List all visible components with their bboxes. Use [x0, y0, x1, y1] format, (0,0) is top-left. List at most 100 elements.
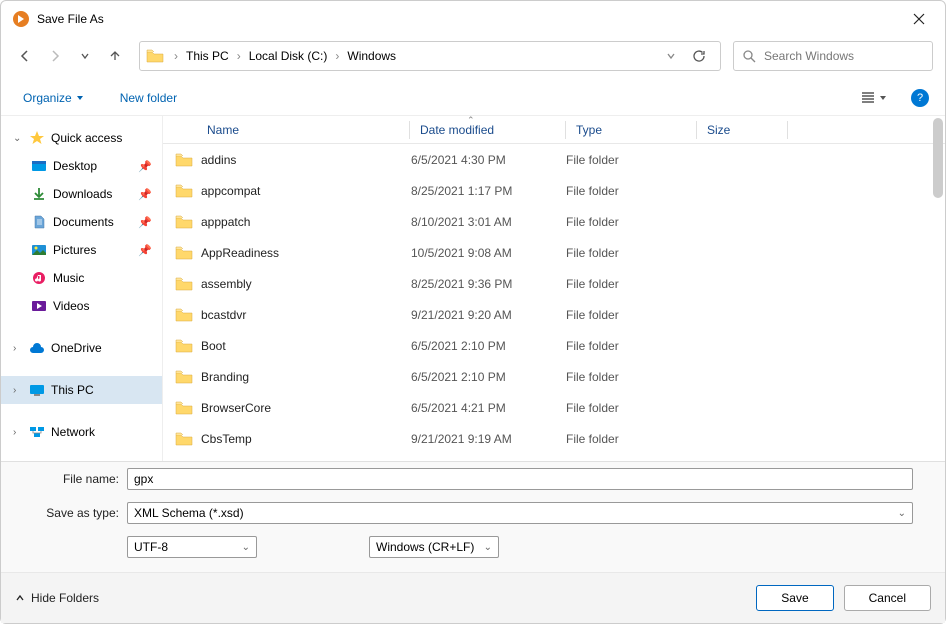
file-date: 10/5/2021 9:08 AM [411, 246, 566, 260]
encoding-combo[interactable]: UTF-8 ⌄ [127, 536, 257, 558]
file-type: File folder [566, 339, 686, 353]
help-button[interactable]: ? [911, 89, 929, 107]
file-row[interactable]: Boot6/5/2021 2:10 PMFile folder [163, 330, 945, 361]
file-row[interactable]: Branding6/5/2021 2:10 PMFile folder [163, 361, 945, 392]
column-type[interactable]: Type [576, 123, 696, 137]
recent-dropdown[interactable] [73, 44, 97, 68]
file-list-area: ⌃ Name Date modified Type Size addins6/5… [163, 116, 945, 461]
save-button[interactable]: Save [756, 585, 833, 611]
star-icon [29, 130, 45, 146]
breadcrumb-local-disk[interactable]: Local Disk (C:) [245, 47, 332, 65]
file-name: apppatch [201, 215, 411, 229]
file-list[interactable]: addins6/5/2021 4:30 PMFile folderappcomp… [163, 144, 945, 461]
search-box[interactable]: Search Windows [733, 41, 933, 71]
music-icon [31, 270, 47, 286]
forward-button[interactable] [43, 44, 67, 68]
file-date: 8/25/2021 1:17 PM [411, 184, 566, 198]
pin-icon: 📌 [138, 216, 152, 229]
line-ending-combo[interactable]: Windows (CR+LF) ⌄ [369, 536, 499, 558]
file-name: Boot [201, 339, 411, 353]
file-row[interactable]: assembly8/25/2021 9:36 PMFile folder [163, 268, 945, 299]
file-row[interactable]: Containers6/5/2021 4:38 PMFile folder [163, 454, 945, 461]
document-icon [31, 214, 47, 230]
file-date: 6/5/2021 2:10 PM [411, 370, 566, 384]
file-name-input[interactable] [127, 468, 913, 490]
column-date[interactable]: Date modified [420, 123, 565, 137]
network-icon [29, 424, 45, 440]
folder-icon [175, 432, 201, 446]
sidebar-item-videos[interactable]: Videos [1, 292, 162, 320]
address-bar[interactable]: › This PC › Local Disk (C:) › Windows [139, 41, 721, 71]
file-row[interactable]: appcompat8/25/2021 1:17 PMFile folder [163, 175, 945, 206]
breadcrumb-windows[interactable]: Windows [343, 47, 400, 65]
videos-icon [31, 298, 47, 314]
sidebar-item-network[interactable]: › Network [1, 418, 162, 446]
close-button[interactable] [905, 11, 933, 27]
chevron-right-icon: › [13, 427, 23, 438]
column-size[interactable]: Size [707, 123, 787, 137]
chevron-right-icon: › [335, 49, 339, 63]
titlebar: Save File As [1, 1, 945, 37]
file-name: addins [201, 153, 411, 167]
chevron-up-icon [15, 593, 25, 603]
sidebar-item-desktop[interactable]: Desktop 📌 [1, 152, 162, 180]
pin-icon: 📌 [138, 160, 152, 173]
file-type: File folder [566, 215, 686, 229]
file-type: File folder [566, 401, 686, 415]
sidebar-item-music[interactable]: Music [1, 264, 162, 292]
folder-icon [175, 401, 201, 415]
folder-icon [175, 339, 201, 353]
folder-icon [175, 246, 201, 260]
sidebar-item-quick-access[interactable]: ⌄ Quick access [1, 124, 162, 152]
scrollbar-thumb[interactable] [933, 118, 943, 198]
breadcrumb-this-pc[interactable]: This PC [182, 47, 233, 65]
sidebar-item-this-pc[interactable]: › This PC [1, 376, 162, 404]
file-type: File folder [566, 184, 686, 198]
column-name[interactable]: Name [175, 123, 409, 137]
sidebar-item-documents[interactable]: Documents 📌 [1, 208, 162, 236]
address-dropdown[interactable] [658, 51, 684, 61]
refresh-button[interactable] [684, 49, 714, 63]
file-row[interactable]: CbsTemp9/21/2021 9:19 AMFile folder [163, 423, 945, 454]
file-date: 6/5/2021 2:10 PM [411, 339, 566, 353]
cancel-button[interactable]: Cancel [844, 585, 931, 611]
save-as-type-combo[interactable]: XML Schema (*.xsd) ⌄ [127, 502, 913, 524]
up-button[interactable] [103, 44, 127, 68]
file-name-label: File name: [15, 472, 119, 486]
folder-icon [175, 277, 201, 291]
sidebar-item-pictures[interactable]: Pictures 📌 [1, 236, 162, 264]
file-type: File folder [566, 432, 686, 446]
file-type: File folder [566, 153, 686, 167]
file-type: File folder [566, 370, 686, 384]
pin-icon: 📌 [138, 188, 152, 201]
file-row[interactable]: bcastdvr9/21/2021 9:20 AMFile folder [163, 299, 945, 330]
chevron-down-icon: ⌄ [484, 542, 492, 553]
file-date: 9/21/2021 9:20 AM [411, 308, 566, 322]
file-name: AppReadiness [201, 246, 411, 260]
scrollbar[interactable] [931, 116, 945, 461]
file-name: assembly [201, 277, 411, 291]
search-placeholder: Search Windows [764, 49, 854, 63]
folder-icon [175, 370, 201, 384]
sidebar-item-onedrive[interactable]: › OneDrive [1, 334, 162, 362]
file-name: bcastdvr [201, 308, 411, 322]
chevron-right-icon: › [13, 343, 23, 354]
file-type: File folder [566, 277, 686, 291]
file-row[interactable]: BrowserCore6/5/2021 4:21 PMFile folder [163, 392, 945, 423]
file-row[interactable]: apppatch8/10/2021 3:01 AMFile folder [163, 206, 945, 237]
chevron-right-icon: › [174, 49, 178, 63]
sidebar-item-downloads[interactable]: Downloads 📌 [1, 180, 162, 208]
hide-folders-button[interactable]: Hide Folders [15, 591, 99, 605]
search-icon [742, 49, 756, 63]
file-row[interactable]: AppReadiness10/5/2021 9:08 AMFile folder [163, 237, 945, 268]
new-folder-button[interactable]: New folder [114, 87, 183, 109]
folder-icon [175, 308, 201, 322]
file-row[interactable]: addins6/5/2021 4:30 PMFile folder [163, 144, 945, 175]
organize-button[interactable]: Organize [17, 87, 90, 109]
folder-icon [175, 153, 201, 167]
file-date: 8/25/2021 9:36 PM [411, 277, 566, 291]
view-button[interactable] [855, 88, 893, 108]
back-button[interactable] [13, 44, 37, 68]
sidebar: ⌄ Quick access Desktop 📌 Downloads 📌 Doc… [1, 116, 163, 461]
file-date: 8/10/2021 3:01 AM [411, 215, 566, 229]
